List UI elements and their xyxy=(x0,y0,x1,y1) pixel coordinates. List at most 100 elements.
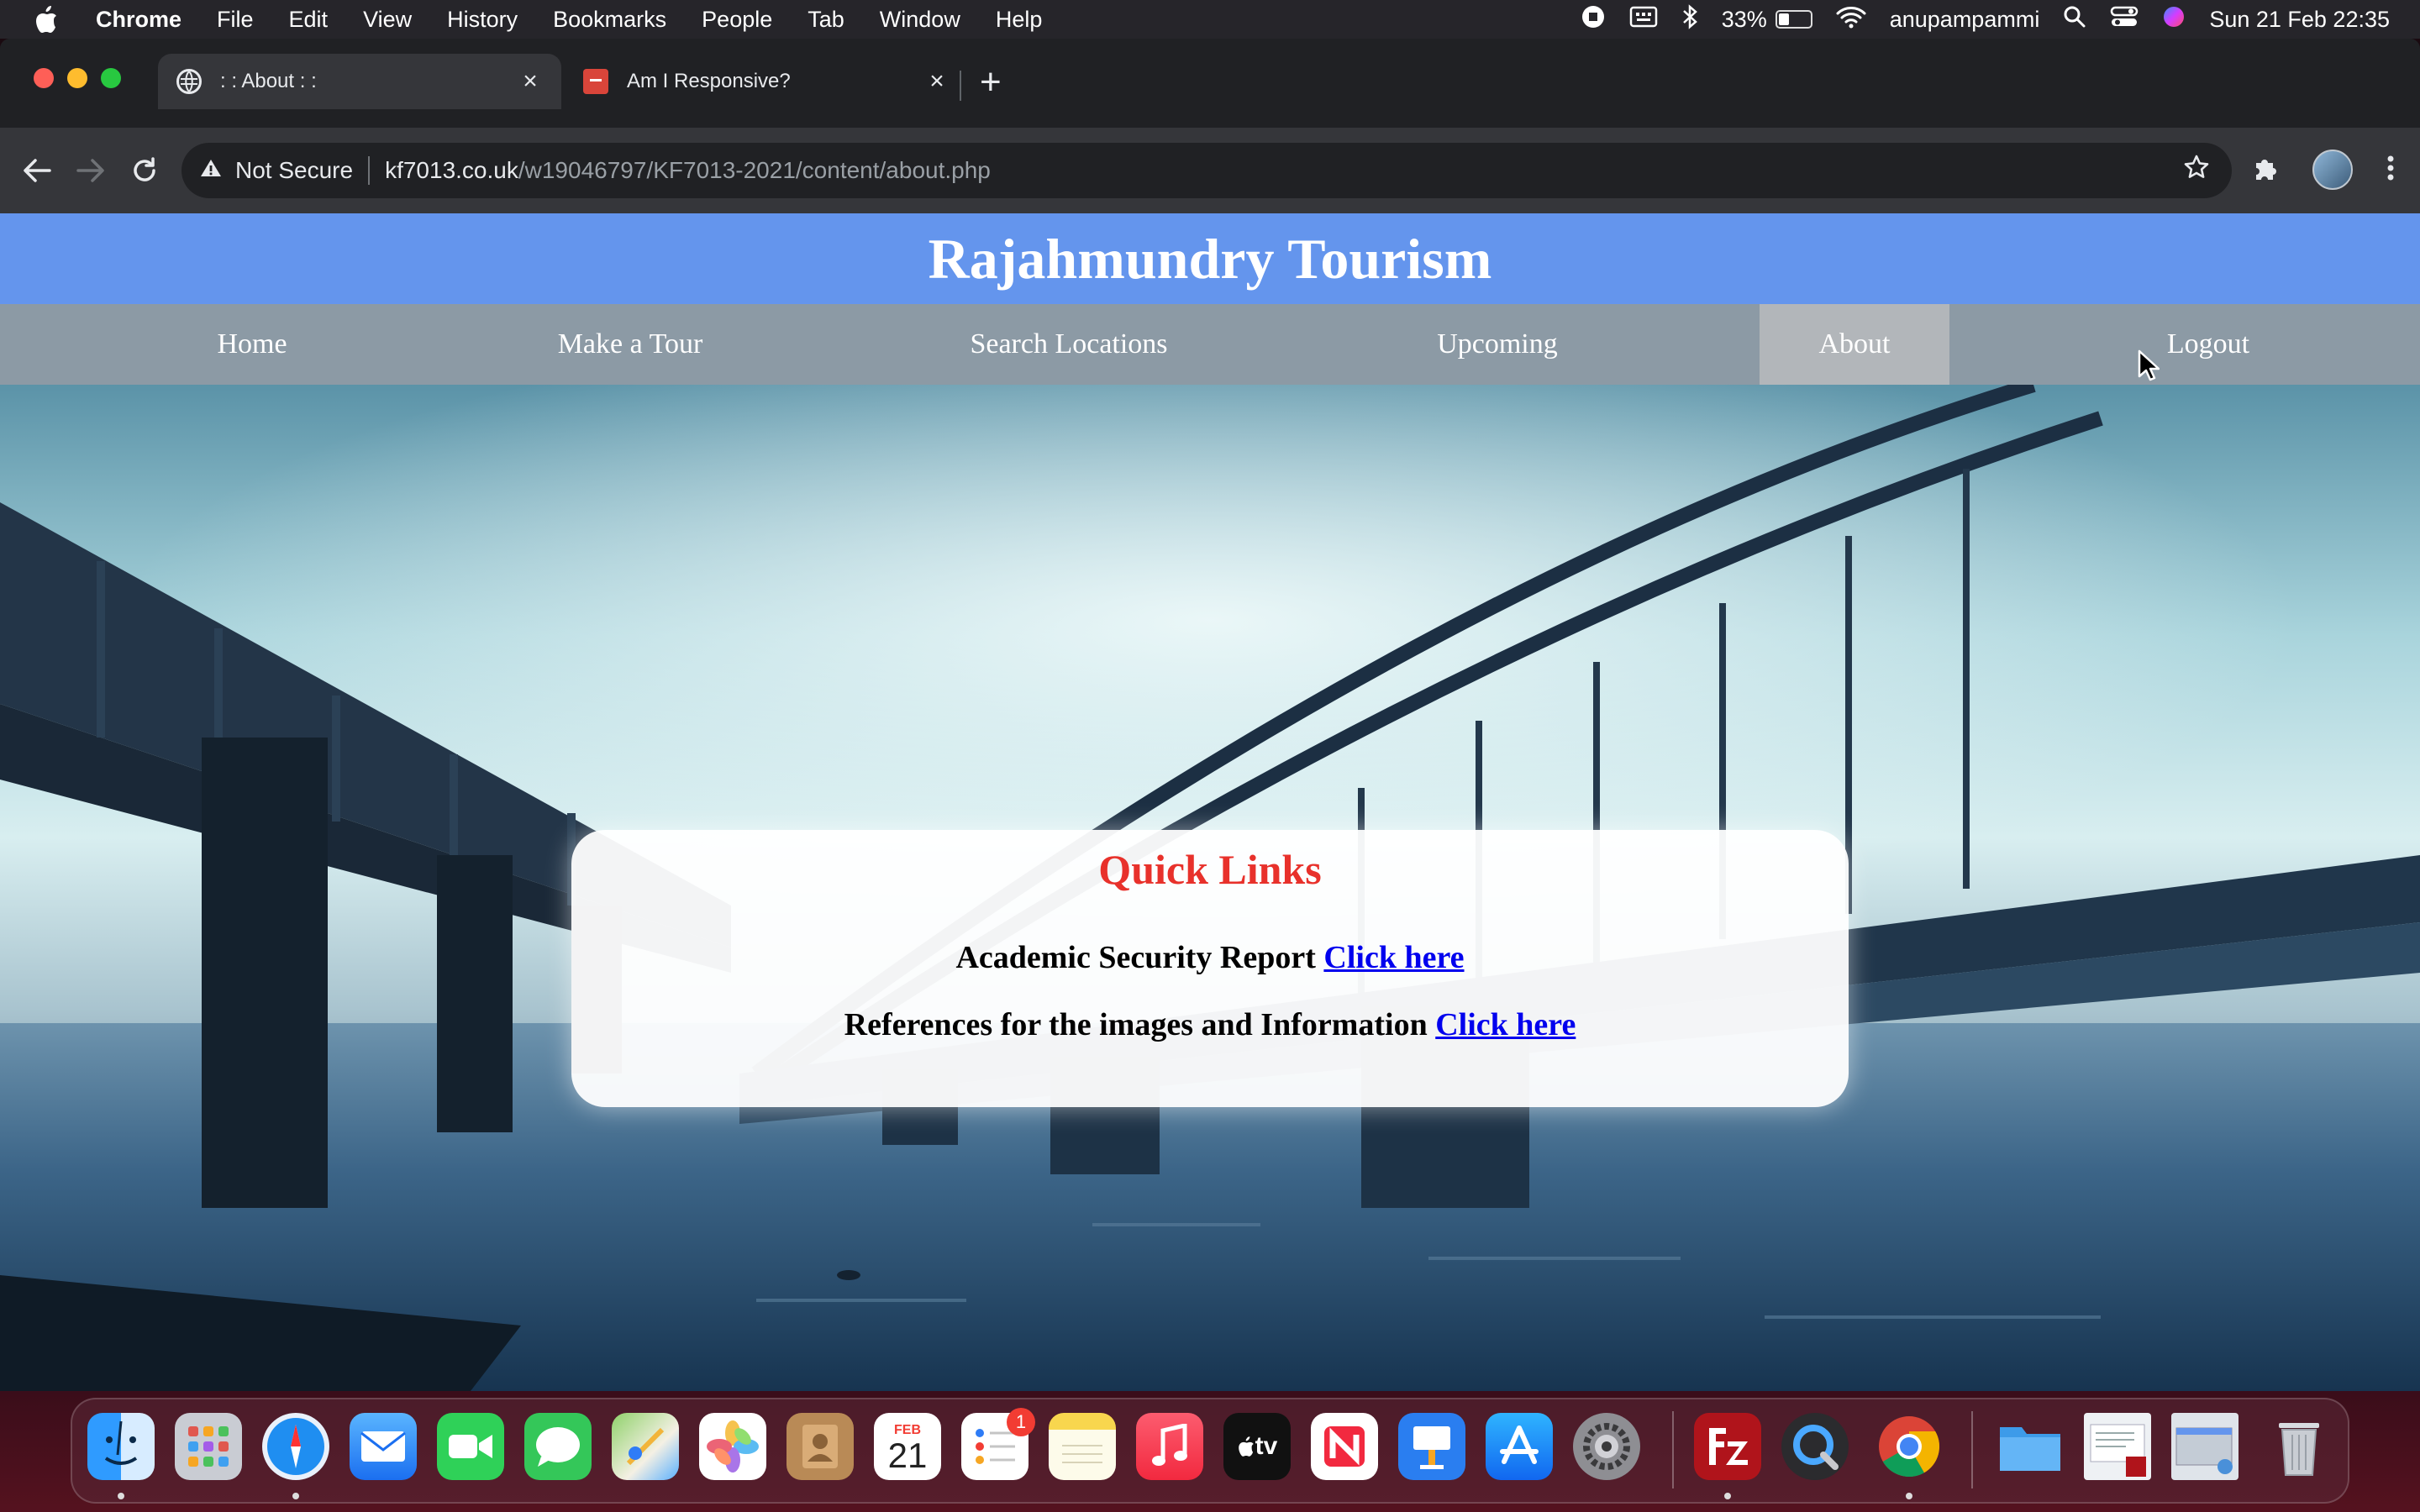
nav-search-locations[interactable]: Search Locations xyxy=(950,304,1188,385)
chrome-icon[interactable] xyxy=(1876,1413,1943,1480)
launchpad-icon[interactable] xyxy=(175,1413,242,1480)
close-tab-icon[interactable]: × xyxy=(518,67,543,96)
running-indicator xyxy=(118,1493,124,1499)
reload-icon[interactable] xyxy=(128,154,161,187)
screen-record-icon[interactable] xyxy=(1581,4,1606,35)
apple-tv-icon[interactable]: tv xyxy=(1223,1413,1291,1480)
running-indicator xyxy=(1906,1493,1912,1499)
zoom-window-button[interactable] xyxy=(101,68,121,88)
quick-link-row: References for the images and Informatio… xyxy=(571,1006,1849,1043)
dock-separator xyxy=(1971,1411,1973,1488)
extensions-puzzle-icon[interactable] xyxy=(2252,155,2279,186)
nav-home[interactable]: Home xyxy=(168,304,336,385)
address-divider xyxy=(368,156,371,185)
appletv-label: tv xyxy=(1255,1432,1278,1460)
menubar-username[interactable]: anupampammi xyxy=(1890,7,2040,33)
nav-make-a-tour[interactable]: Make a Tour xyxy=(529,304,731,385)
menu-app-name[interactable]: Chrome xyxy=(96,7,182,33)
chrome-menu-kebab-icon[interactable] xyxy=(2386,155,2395,186)
security-report-link[interactable]: Click here xyxy=(1323,940,1464,975)
bluetooth-icon[interactable] xyxy=(1681,3,1698,35)
wifi-icon[interactable] xyxy=(1836,5,1866,34)
toolbar-actions xyxy=(2252,150,2395,190)
siri-icon[interactable] xyxy=(2162,5,2186,34)
screenshot-stack-icon[interactable] xyxy=(2171,1413,2238,1480)
tab-strip: : : About : : × Am I Responsive? × + xyxy=(0,39,2420,128)
calendar-day: 21 xyxy=(887,1436,928,1475)
tab-about[interactable]: : : About : : × xyxy=(158,54,561,109)
close-window-button[interactable] xyxy=(34,68,54,88)
globe-icon xyxy=(176,69,202,94)
bookmark-star-icon[interactable] xyxy=(2183,154,2210,188)
contacts-book-icon[interactable] xyxy=(786,1413,854,1480)
back-arrow-icon[interactable] xyxy=(20,154,54,187)
document-stack-icon[interactable] xyxy=(2084,1413,2151,1480)
spotlight-search-icon[interactable] xyxy=(2063,5,2086,34)
news-icon[interactable] xyxy=(1311,1413,1378,1480)
keynote-podium-icon[interactable] xyxy=(1398,1413,1465,1480)
control-center-icon[interactable] xyxy=(2110,5,2139,34)
page-viewport: Rajahmundry Tourism Home Make a Tour Sea… xyxy=(0,213,2420,1391)
profile-avatar[interactable] xyxy=(2312,150,2353,190)
quick-link-row: Academic Security Report Click here xyxy=(571,939,1849,976)
apple-icon[interactable] xyxy=(34,5,67,34)
mouse-pointer-icon xyxy=(2138,349,2160,386)
battery-status[interactable]: 33% xyxy=(1722,7,1812,33)
calendar-icon[interactable]: FEB 21 xyxy=(874,1413,941,1480)
menu-people[interactable]: People xyxy=(702,7,772,33)
nav-about[interactable]: About xyxy=(1760,304,1949,385)
maps-icon[interactable] xyxy=(612,1413,679,1480)
photos-flower-icon[interactable] xyxy=(699,1413,766,1480)
dock-separator xyxy=(1672,1411,1674,1488)
finder-icon[interactable] xyxy=(87,1413,155,1480)
site-header: Rajahmundry Tourism xyxy=(0,213,2420,304)
system-preferences-gear-icon[interactable] xyxy=(1573,1413,1640,1480)
quick-link-label: References for the images and Informatio… xyxy=(844,1007,1436,1042)
menubar-datetime[interactable]: Sun 21 Feb 22:35 xyxy=(2209,7,2390,33)
close-tab-icon[interactable]: × xyxy=(924,67,950,96)
nav-upcoming[interactable]: Upcoming xyxy=(1412,304,1583,385)
menu-window[interactable]: Window xyxy=(880,7,960,33)
url-path: /w19046797/KF7013-2021/content/about.php xyxy=(518,157,991,183)
quicktime-icon[interactable] xyxy=(1781,1413,1849,1480)
new-tab-plus-icon[interactable]: + xyxy=(980,64,1002,101)
battery-icon xyxy=(1775,10,1812,29)
site-title: Rajahmundry Tourism xyxy=(928,226,1492,291)
music-note-icon[interactable] xyxy=(1136,1413,1203,1480)
tab-separator xyxy=(960,71,961,101)
macos-menu-bar: Chrome File Edit View History Bookmarks … xyxy=(0,0,2420,39)
mail-envelope-icon[interactable] xyxy=(350,1413,417,1480)
menu-history[interactable]: History xyxy=(447,7,518,33)
menu-bookmarks[interactable]: Bookmarks xyxy=(553,7,666,33)
references-link[interactable]: Click here xyxy=(1435,1007,1576,1042)
battery-level-fill xyxy=(1778,13,1789,25)
menu-tab[interactable]: Tab xyxy=(808,7,844,33)
safari-compass-icon[interactable] xyxy=(262,1413,329,1480)
menu-view[interactable]: View xyxy=(363,7,412,33)
keyboard-input-icon[interactable] xyxy=(1629,6,1658,34)
quick-links-card: Quick Links Academic Security Report Cli… xyxy=(571,830,1849,1107)
address-bar[interactable]: Not Secure kf7013.co.uk/w19046797/KF7013… xyxy=(182,143,2232,198)
running-indicator xyxy=(1724,1493,1731,1499)
warning-triangle-icon[interactable] xyxy=(200,158,222,184)
tab-title: Am I Responsive? xyxy=(627,70,791,92)
messages-bubble-icon[interactable] xyxy=(524,1413,592,1480)
notes-icon[interactable] xyxy=(1049,1413,1116,1480)
menu-file[interactable]: File xyxy=(217,7,254,33)
battery-percent: 33% xyxy=(1721,6,1767,32)
menu-edit[interactable]: Edit xyxy=(289,7,329,33)
trash-bin-icon[interactable] xyxy=(2265,1413,2333,1480)
chrome-window: : : About : : × Am I Responsive? × + Not xyxy=(0,39,2420,1391)
quick-link-label: Academic Security Report xyxy=(955,940,1324,975)
folder-icon[interactable] xyxy=(1996,1413,2064,1480)
menu-help[interactable]: Help xyxy=(996,7,1043,33)
running-indicator xyxy=(292,1493,299,1499)
forward-arrow-icon[interactable] xyxy=(74,154,108,187)
app-store-icon[interactable] xyxy=(1486,1413,1553,1480)
security-label[interactable]: Not Secure xyxy=(235,157,353,184)
filezilla-icon[interactable] xyxy=(1694,1413,1761,1480)
quick-links-heading: Quick Links xyxy=(1098,846,1322,893)
tab-am-i-responsive[interactable]: Am I Responsive? × xyxy=(565,54,968,109)
minimize-window-button[interactable] xyxy=(67,68,87,88)
facetime-camera-icon[interactable] xyxy=(437,1413,504,1480)
